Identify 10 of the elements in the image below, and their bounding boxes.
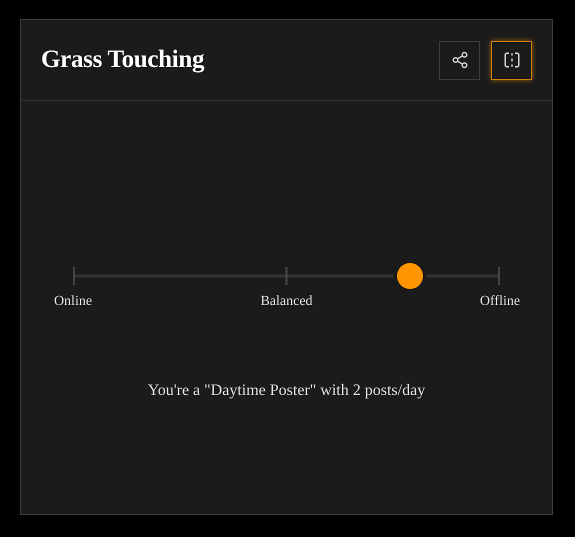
share-icon [450, 51, 468, 69]
slider-label: Online [52, 294, 94, 310]
slider-thumb[interactable] [397, 263, 424, 289]
slider-label: Offline [478, 294, 522, 310]
card-title: Grass Touching [41, 46, 204, 74]
share-button[interactable] [439, 40, 480, 80]
split-view-icon [502, 51, 520, 69]
slider-label: Balanced [259, 294, 314, 310]
split-view-button[interactable] [491, 40, 532, 80]
summary-text: You're a "Daytime Poster" with 2 posts/day [146, 382, 426, 400]
